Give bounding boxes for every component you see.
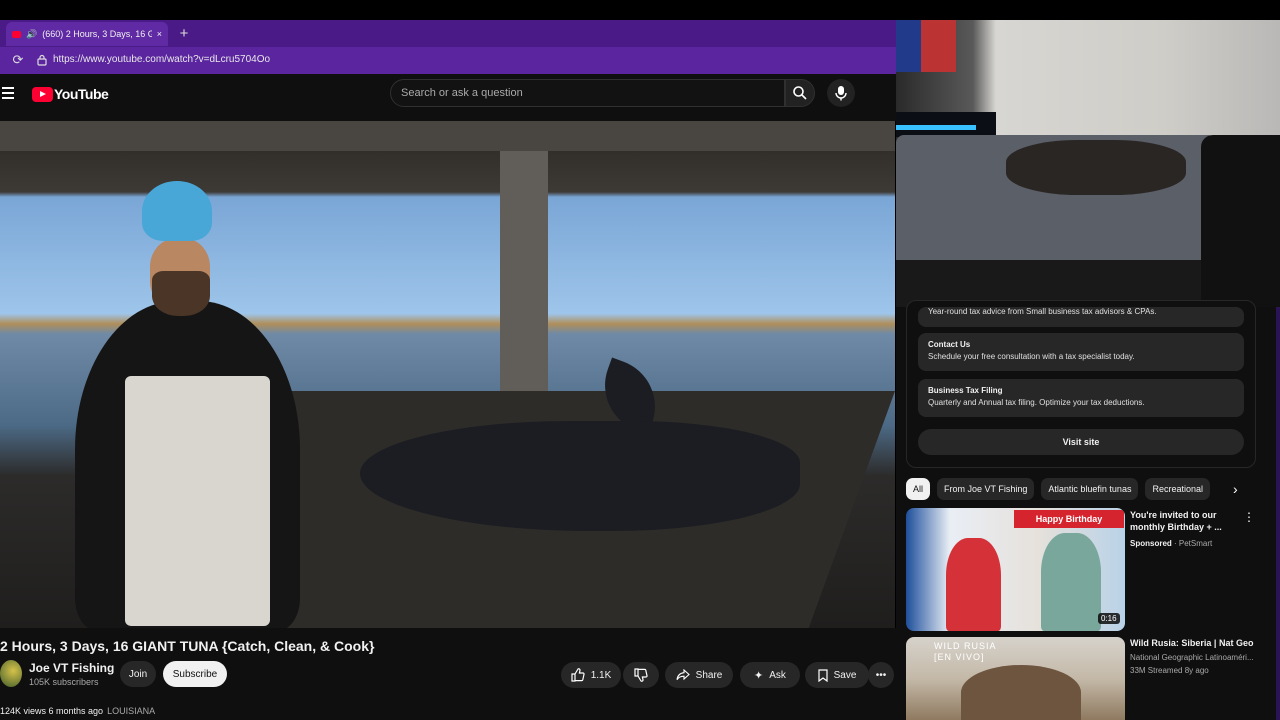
recommended-channel[interactable]: National Geographic Latinoaméri...: [1130, 653, 1254, 662]
sparkle-icon: ✦: [754, 669, 764, 682]
ad-link-row[interactable]: Year-round tax advice from Small busines…: [918, 307, 1244, 327]
subscribe-button[interactable]: Subscribe: [163, 661, 227, 687]
ad-link-description: Year-round tax advice from Small busines…: [928, 307, 1157, 316]
video-player[interactable]: [0, 121, 895, 628]
share-button[interactable]: Share: [665, 662, 733, 688]
video-frame-roof: [0, 121, 895, 151]
ad-link-business-tax-filing[interactable]: Business Tax Filing Quarterly and Annual…: [918, 379, 1244, 417]
view-count-line: 124K views 6 months ago LOUISIANA: [0, 706, 155, 716]
ad-link-title: Contact Us: [928, 340, 971, 349]
ad-link-description: Schedule your free consultation with a t…: [928, 352, 1135, 361]
video-frame-beard: [152, 271, 210, 316]
recommended-video-meta: Sponsored · PetSmart: [1130, 539, 1213, 548]
recommended-channel[interactable]: PetSmart: [1179, 539, 1212, 548]
webcam-flag-canton: [896, 20, 921, 72]
sponsored-label: Sponsored: [1130, 539, 1172, 548]
webcam-led-strip: [896, 125, 976, 130]
ask-button[interactable]: ✦ Ask: [740, 662, 800, 688]
chip-all[interactable]: All: [906, 478, 931, 500]
hamburger-menu-icon[interactable]: [2, 87, 14, 99]
video-duration: 0:16: [1098, 613, 1120, 624]
reload-icon[interactable]: ⟳: [10, 52, 26, 68]
search-icon: [793, 86, 807, 100]
channel-name[interactable]: Joe VT Fishing: [29, 661, 114, 675]
visit-site-button[interactable]: Visit site: [918, 429, 1244, 455]
search-button[interactable]: [785, 79, 815, 107]
video-title: 2 Hours, 3 Days, 16 GIANT TUNA {Catch, C…: [0, 638, 375, 654]
speaker-icon[interactable]: 🔊: [26, 29, 37, 40]
chip-atlantic-bluefin[interactable]: Atlantic bluefin tunas: [1041, 478, 1139, 500]
channel-avatar[interactable]: [0, 660, 22, 687]
chip-recreational[interactable]: Recreational: [1145, 478, 1210, 500]
join-button[interactable]: Join: [120, 661, 156, 687]
share-icon: [676, 669, 690, 681]
video-frame-hat: [142, 181, 212, 241]
more-actions-button[interactable]: •••: [868, 662, 894, 688]
views-and-date: 124K views 6 months ago: [0, 706, 104, 716]
thumbnail-person: [946, 538, 1001, 631]
voice-search-button[interactable]: [827, 79, 855, 107]
thumbnail-person: [1041, 533, 1101, 631]
video-frame-apron: [125, 376, 270, 626]
youtube-favicon-icon: [12, 30, 21, 38]
ad-link-title: Business Tax Filing: [928, 386, 1003, 395]
youtube-logo-text[interactable]: YouTube: [54, 86, 109, 102]
bookmark-icon: [817, 668, 828, 682]
like-button[interactable]: 1.1K: [561, 662, 621, 688]
browser-tab[interactable]: 🔊 (660) 2 Hours, 3 Days, 16 GIAN ×: [6, 22, 168, 46]
video-thumbnail[interactable]: WILD RUSIA [EN VIVO]: [906, 637, 1125, 720]
thumbnail-overlay-text: WILD RUSIA [EN VIVO]: [934, 641, 997, 662]
more-options-icon[interactable]: ⋮: [1243, 510, 1255, 526]
close-tab-icon[interactable]: ×: [157, 29, 162, 39]
new-tab-button[interactable]: +: [176, 24, 192, 44]
thumbs-up-icon: [571, 668, 585, 682]
subscriber-count: 105K subscribers: [29, 677, 99, 687]
share-label: Share: [695, 669, 723, 681]
chip-from-channel[interactable]: From Joe VT Fishing: [937, 478, 1035, 500]
location-tag[interactable]: LOUISIANA: [107, 706, 155, 716]
video-thumbnail[interactable]: Happy Birthday 0:16: [906, 508, 1125, 631]
tab-title: (660) 2 Hours, 3 Days, 16 GIAN: [42, 29, 152, 39]
thumbnail-animal: [961, 665, 1081, 720]
window-edge: [1276, 307, 1280, 720]
thumbnail-banner: Happy Birthday: [1014, 510, 1124, 528]
search-input[interactable]: Search or ask a question: [390, 79, 785, 107]
dislike-button[interactable]: [623, 662, 659, 688]
youtube-logo-icon[interactable]: [32, 87, 53, 102]
ad-link-description: Quarterly and Annual tax filing. Optimiz…: [928, 398, 1145, 407]
filter-chips: All From Joe VT Fishing Atlantic bluefin…: [906, 478, 1246, 500]
ad-link-contact-us[interactable]: Contact Us Schedule your free consultati…: [918, 333, 1244, 371]
chevron-right-icon[interactable]: ›: [1233, 480, 1247, 498]
recommended-video-title[interactable]: Wild Rusia: Siberia | Nat Geo: [1130, 638, 1253, 648]
site-info-icon[interactable]: [36, 54, 48, 66]
like-count: 1.1K: [590, 669, 612, 681]
thumbs-down-icon: [634, 668, 648, 682]
microphone-icon: [835, 86, 847, 101]
webcam-chair: [1201, 135, 1280, 307]
recommended-video-title[interactable]: You're invited to our monthly Birthday +…: [1130, 509, 1235, 533]
save-label: Save: [833, 669, 857, 681]
webcam-overlay: [896, 20, 1280, 307]
save-button[interactable]: Save: [805, 662, 869, 688]
url-field[interactable]: https://www.youtube.com/watch?v=dLcru570…: [53, 54, 270, 65]
ask-label: Ask: [769, 669, 786, 681]
webcam-person: [1006, 140, 1186, 195]
recommended-video-meta: 33M Streamed 8y ago: [1130, 666, 1209, 675]
